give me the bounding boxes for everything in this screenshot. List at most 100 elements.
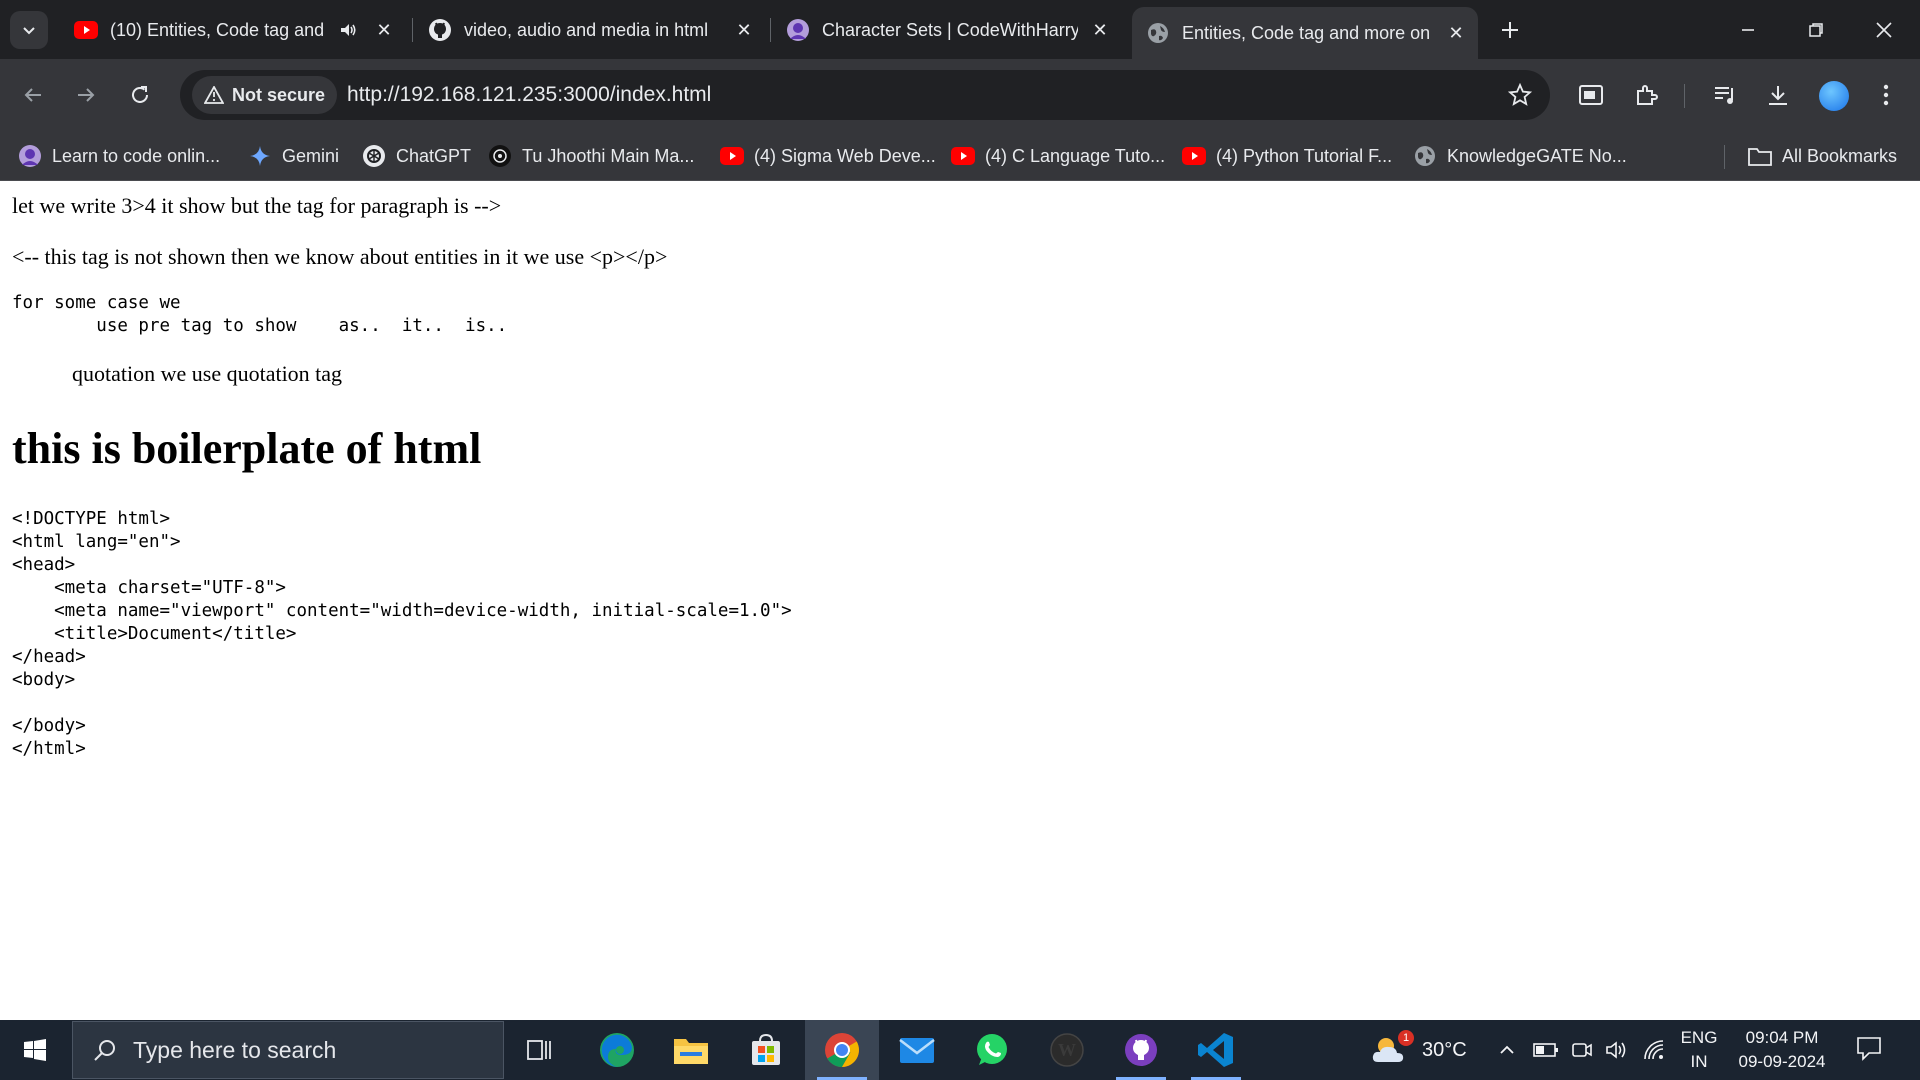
picture-in-picture-button[interactable]	[1573, 77, 1609, 113]
tab-strip: (10) Entities, Code tag and m ✕ video, a…	[0, 0, 1920, 59]
bookmarks-divider	[1724, 145, 1725, 169]
network-button[interactable]	[1643, 1020, 1665, 1080]
paragraph-entities-2: <-- this tag is not shown then we know a…	[12, 244, 668, 269]
bookmark-item[interactable]: Learn to code onlin...	[18, 142, 220, 170]
bookmark-label: Learn to code onlin...	[52, 145, 221, 166]
start-button[interactable]	[0, 1020, 70, 1080]
codewithharry-icon	[18, 144, 42, 168]
bookmark-label: (4) C Language Tuto...	[985, 145, 1166, 166]
clock-date: 09-09-2024	[1738, 1052, 1826, 1071]
bookmark-label: Gemini	[282, 145, 340, 166]
codewithharry-icon	[786, 18, 810, 42]
wordpress-icon: W	[1050, 1033, 1084, 1067]
bookmark-item[interactable]: Tu Jhoothi Main Ma...	[488, 142, 694, 170]
gemini-icon	[248, 144, 272, 168]
warning-icon	[204, 86, 224, 104]
taskbar-chrome[interactable]	[805, 1020, 879, 1080]
picture-in-picture-icon	[1579, 85, 1603, 105]
taskbar-whatsapp[interactable]	[955, 1020, 1029, 1080]
taskbar-github-desktop[interactable]	[1104, 1020, 1178, 1080]
bookmark-item[interactable]: Gemini	[248, 142, 339, 170]
close-icon	[1876, 21, 1892, 38]
tab-title: (10) Entities, Code tag and m	[110, 19, 330, 40]
security-chip[interactable]: Not secure	[192, 76, 338, 114]
camera-icon	[1572, 1043, 1592, 1057]
speaker-icon	[1606, 1041, 1626, 1059]
all-bookmarks-button[interactable]: All Bookmarks	[1748, 142, 1897, 170]
bookmark-item[interactable]: KnowledgeGATE No...	[1413, 142, 1627, 170]
close-icon[interactable]: ✕	[732, 18, 756, 42]
chrome-icon	[825, 1033, 859, 1067]
restore-button[interactable]	[1782, 0, 1850, 59]
paragraph-entities-1: let we write 3>4 it show but the tag for…	[12, 193, 502, 218]
address-bar[interactable]: Not secure http://192.168.121.235:3000/i…	[180, 70, 1550, 120]
media-controls-button[interactable]	[1707, 77, 1743, 113]
show-hidden-icons-button[interactable]	[1498, 1020, 1516, 1080]
back-button[interactable]	[15, 77, 51, 113]
code-block: <!DOCTYPE html> <html lang="en"> <head> …	[12, 509, 792, 759]
close-icon[interactable]: ✕	[372, 18, 396, 42]
reload-button[interactable]	[122, 77, 158, 113]
tab-character-sets[interactable]: Character Sets | CodeWithHarry ✕	[772, 10, 1122, 50]
bookmark-item[interactable]: ChatGPT	[362, 142, 471, 170]
taskbar-wordpress[interactable]: W	[1030, 1020, 1104, 1080]
task-view-icon	[527, 1040, 551, 1060]
profile-avatar[interactable]	[1819, 81, 1849, 111]
taskbar-edge[interactable]	[580, 1020, 654, 1080]
minimize-button[interactable]	[1714, 0, 1782, 59]
task-view-button[interactable]	[502, 1020, 576, 1080]
tab-title: Entities, Code tag and more on	[1182, 22, 1431, 43]
security-chip-label: Not secure	[232, 84, 326, 105]
taskbar-mail[interactable]	[880, 1020, 954, 1080]
minimize-icon	[1742, 28, 1754, 31]
youtube-icon	[720, 144, 744, 168]
taskbar-search-input[interactable]: Type here to search	[72, 1021, 504, 1079]
downloads-button[interactable]	[1760, 77, 1796, 113]
tab-github-video-audio[interactable]: video, audio and media in html ✕	[414, 10, 766, 50]
close-icon[interactable]: ✕	[1088, 18, 1112, 42]
close-window-button[interactable]	[1850, 0, 1918, 59]
chevron-up-icon	[1500, 1045, 1514, 1054]
speaker-icon[interactable]	[338, 20, 362, 40]
tab-youtube-entities[interactable]: (10) Entities, Code tag and m ✕	[60, 10, 406, 50]
disc-icon	[488, 144, 512, 168]
reload-icon	[132, 86, 148, 103]
bookmark-star-icon[interactable]	[1507, 82, 1533, 112]
forward-button[interactable]	[68, 77, 104, 113]
bookmark-item[interactable]: (4) C Language Tuto...	[951, 142, 1165, 170]
menu-button[interactable]	[1868, 77, 1904, 113]
chevron-down-icon	[23, 27, 35, 35]
plus-icon	[1502, 22, 1518, 38]
bookmark-item[interactable]: (4) Sigma Web Deve...	[720, 142, 936, 170]
notifications-button[interactable]	[1855, 1034, 1883, 1067]
store-icon	[752, 1033, 780, 1065]
weather-widget[interactable]: 1 30°C	[1370, 1020, 1467, 1080]
taskbar-microsoft-store[interactable]	[729, 1020, 803, 1080]
vscode-icon	[1198, 1033, 1233, 1067]
url-text[interactable]: http://192.168.121.235:3000/index.html	[347, 83, 711, 107]
chatgpt-icon	[362, 144, 386, 168]
youtube-icon	[74, 18, 98, 42]
clock-time: 09:04 PM	[1745, 1028, 1819, 1047]
search-icon	[93, 1038, 117, 1062]
bookmark-item[interactable]: (4) Python Tutorial F...	[1182, 142, 1392, 170]
language-indicator[interactable]: ENG IN	[1676, 1026, 1722, 1074]
weather-badge: 1	[1398, 1030, 1414, 1046]
taskbar-vscode[interactable]	[1179, 1020, 1253, 1080]
pre-block: for some case we use pre tag to show as.…	[12, 293, 508, 336]
tab-title: Character Sets | CodeWithHarry	[822, 19, 1078, 40]
new-tab-button[interactable]	[1494, 14, 1526, 46]
page-content: let we write 3>4 it show but the tag for…	[0, 181, 1920, 1020]
meet-now-indicator[interactable]	[1571, 1020, 1593, 1080]
close-icon[interactable]: ✕	[1444, 21, 1468, 45]
tab-search-button[interactable]	[10, 11, 48, 49]
region-code: IN	[1690, 1052, 1708, 1071]
youtube-icon	[1182, 144, 1206, 168]
extensions-button[interactable]	[1628, 77, 1664, 113]
tab-entities-active[interactable]: Entities, Code tag and more on ✕	[1132, 7, 1478, 59]
language-code: ENG	[1680, 1028, 1718, 1047]
battery-indicator[interactable]	[1533, 1020, 1559, 1080]
taskbar-clock[interactable]: 09:04 PM 09-09-2024	[1722, 1026, 1842, 1074]
volume-button[interactable]	[1605, 1020, 1629, 1080]
taskbar-file-explorer[interactable]	[654, 1020, 728, 1080]
